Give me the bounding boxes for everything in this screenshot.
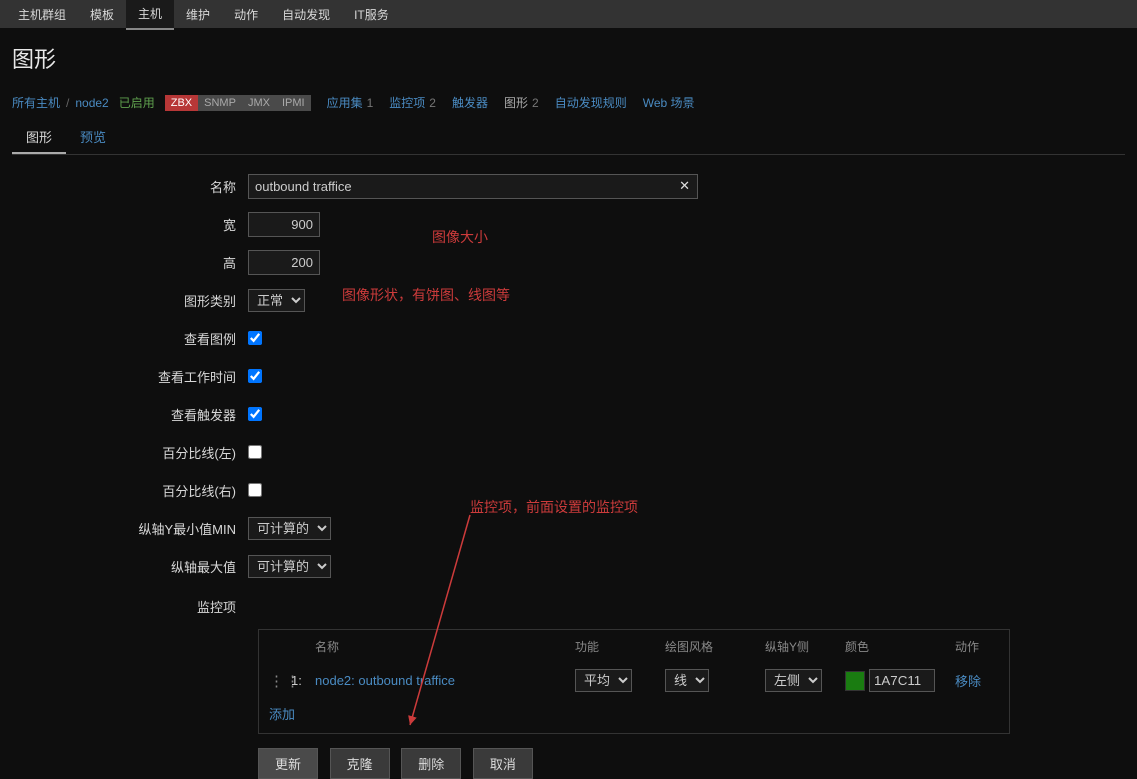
breadcrumb-all-hosts[interactable]: 所有主机 bbox=[12, 94, 60, 111]
items-section: 名称 功能 绘图风格 纵轴Y侧 颜色 动作 ⋮⋮ 1: node2: outbo… bbox=[258, 629, 1010, 734]
label-name: 名称 bbox=[0, 177, 248, 196]
annotation-type: 图像形状，有饼图、线图等 bbox=[342, 285, 510, 305]
annotation-items: 监控项，前面设置的监控项 bbox=[470, 497, 638, 517]
pctright-checkbox[interactable] bbox=[248, 483, 262, 497]
label-trigger: 查看触发器 bbox=[0, 405, 248, 424]
label-pctright: 百分比线(右) bbox=[0, 481, 248, 500]
link-web[interactable]: Web 场景 bbox=[643, 94, 695, 111]
item-remove-link[interactable]: 移除 bbox=[955, 674, 981, 689]
items-header-y: 纵轴Y侧 bbox=[765, 638, 845, 655]
topnav-discovery[interactable]: 自动发现 bbox=[270, 0, 342, 29]
link-items[interactable]: 监控项2 bbox=[389, 94, 436, 111]
item-draw-select[interactable]: 线 bbox=[665, 669, 709, 692]
ymax-select[interactable]: 可计算的 bbox=[248, 555, 331, 578]
label-legend: 查看图例 bbox=[0, 329, 248, 348]
label-height: 高 bbox=[0, 253, 248, 272]
pctleft-checkbox[interactable] bbox=[248, 445, 262, 459]
link-applications[interactable]: 应用集1 bbox=[327, 94, 374, 111]
width-input[interactable] bbox=[248, 212, 320, 237]
badge-snmp: SNMP bbox=[198, 95, 242, 111]
tab-preview[interactable]: 预览 bbox=[66, 121, 120, 154]
topnav-actions[interactable]: 动作 bbox=[222, 0, 270, 29]
link-discovery[interactable]: 自动发现规则 bbox=[555, 94, 627, 111]
items-header-draw: 绘图风格 bbox=[665, 638, 765, 655]
items-header-name: 名称 bbox=[315, 638, 575, 655]
tab-graph[interactable]: 图形 bbox=[12, 121, 66, 154]
delete-button[interactable]: 删除 bbox=[401, 748, 461, 779]
annotation-size: 图像大小 bbox=[432, 227, 488, 247]
topnav-itservices[interactable]: IT服务 bbox=[342, 0, 401, 29]
top-nav: 主机群组 模板 主机 维护 动作 自动发现 IT服务 bbox=[0, 0, 1137, 28]
item-yaxis-select[interactable]: 左侧 bbox=[765, 669, 822, 692]
page-title: 图形 bbox=[0, 28, 1137, 88]
form-buttons: 更新 克隆 删除 取消 bbox=[0, 734, 1137, 779]
items-header-color: 颜色 bbox=[845, 638, 955, 655]
items-header: 名称 功能 绘图风格 纵轴Y侧 颜色 动作 bbox=[259, 630, 1009, 663]
label-pctleft: 百分比线(左) bbox=[0, 443, 248, 462]
topnav-hosts[interactable]: 主机 bbox=[126, 0, 174, 30]
name-input[interactable] bbox=[248, 174, 698, 199]
trigger-checkbox[interactable] bbox=[248, 407, 262, 421]
topnav-maintenance[interactable]: 维护 bbox=[174, 0, 222, 29]
item-row: ⋮⋮ 1: node2: outbound traffice 平均 线 左侧 移… bbox=[259, 663, 1009, 698]
clone-button[interactable]: 克隆 bbox=[330, 748, 390, 779]
item-color-swatch[interactable] bbox=[845, 671, 865, 691]
breadcrumb-host[interactable]: node2 bbox=[75, 96, 108, 110]
label-ymin: 纵轴Y最小值MIN bbox=[0, 519, 248, 538]
clear-name-icon[interactable]: ✕ bbox=[679, 178, 690, 194]
topnav-hostgroups[interactable]: 主机群组 bbox=[6, 0, 78, 29]
item-fn-select[interactable]: 平均 bbox=[575, 669, 632, 692]
ymin-select[interactable]: 可计算的 bbox=[248, 517, 331, 540]
update-button[interactable]: 更新 bbox=[258, 748, 318, 779]
item-add-link[interactable]: 添加 bbox=[269, 707, 295, 722]
legend-checkbox[interactable] bbox=[248, 331, 262, 345]
label-type: 图形类别 bbox=[0, 291, 248, 310]
link-triggers[interactable]: 触发器 bbox=[452, 94, 488, 111]
breadcrumb-sep: / bbox=[66, 96, 69, 110]
worktime-checkbox[interactable] bbox=[248, 369, 262, 383]
cancel-button[interactable]: 取消 bbox=[473, 748, 533, 779]
item-index: 1: bbox=[291, 673, 315, 688]
height-input[interactable] bbox=[248, 250, 320, 275]
host-subnav: 所有主机 / node2 已启用 ZBX SNMP JMX IPMI 应用集1 … bbox=[0, 88, 1137, 117]
items-header-fn: 功能 bbox=[575, 638, 665, 655]
badge-ipmi: IPMI bbox=[276, 95, 311, 111]
label-ymax: 纵轴最大值 bbox=[0, 557, 248, 576]
label-worktime: 查看工作时间 bbox=[0, 367, 248, 386]
label-items: 监控项 bbox=[0, 591, 248, 616]
item-color-input[interactable] bbox=[869, 669, 935, 692]
badge-zbx: ZBX bbox=[165, 95, 198, 111]
type-select[interactable]: 正常 bbox=[248, 289, 305, 312]
badge-jmx: JMX bbox=[242, 95, 276, 111]
form-tabs: 图形 预览 bbox=[12, 121, 1125, 155]
label-width: 宽 bbox=[0, 215, 248, 234]
items-header-act: 动作 bbox=[955, 638, 995, 655]
link-graphs[interactable]: 图形2 bbox=[504, 94, 539, 111]
host-enabled-label: 已启用 bbox=[119, 94, 155, 111]
topnav-templates[interactable]: 模板 bbox=[78, 0, 126, 29]
item-name-link[interactable]: node2: outbound traffice bbox=[315, 673, 455, 688]
graph-form: 图像名称 图像大小 图像形状，有饼图、线图等 监控项，前面设置的监控项 名称 ✕… bbox=[0, 155, 1137, 779]
